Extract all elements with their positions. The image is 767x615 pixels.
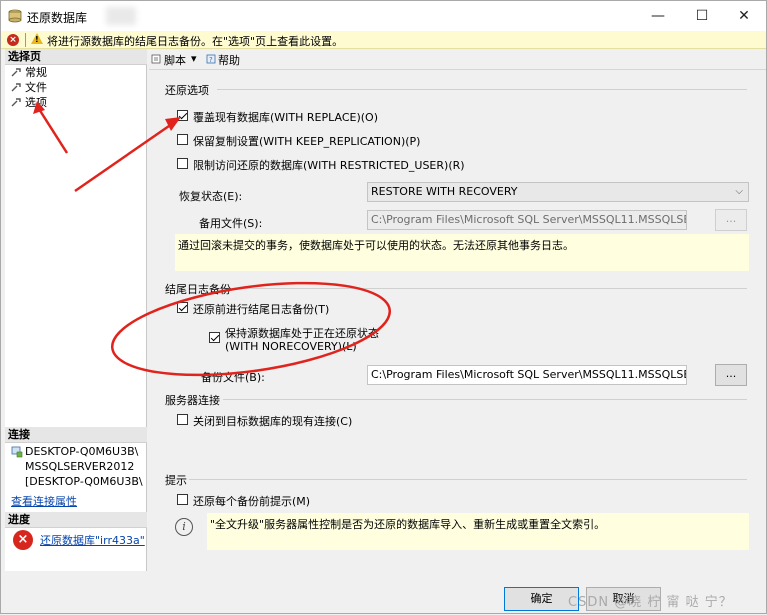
help-button[interactable]: 帮助 xyxy=(218,52,240,68)
minimize-button[interactable]: — xyxy=(643,5,673,27)
error-message: 将进行源数据库的结尾日志备份。在"选项"页上查看此设置。 xyxy=(47,35,344,48)
blurred-region xyxy=(106,7,136,25)
prompt-before-backup-label: 还原每个备份前提示(M) xyxy=(193,495,311,508)
page-general-label: 常规 xyxy=(25,66,47,79)
server-connections-title: 服务器连接 xyxy=(165,394,220,407)
restore-database-window: 还原数据库 — ☐ ✕ × ! 将进行源数据库的结尾日志备份。在"选项"页上查看… xyxy=(0,0,767,614)
group-divider xyxy=(233,288,747,289)
overwrite-label: 覆盖现有数据库(WITH REPLACE)(O) xyxy=(193,111,379,124)
close-connections-checkbox[interactable] xyxy=(177,414,188,425)
tail-log-backup-checkbox[interactable] xyxy=(177,302,188,313)
tail-log-title: 结尾日志备份 xyxy=(165,283,231,296)
window-title: 还原数据库 xyxy=(27,11,88,25)
left-pane: 选择页 常规 文件 选项 连接 DESKTOP-Q0M6U3B\ MSSQLSE… xyxy=(5,49,147,571)
page-general[interactable]: 常规 xyxy=(9,65,47,80)
options-page: 还原选项 覆盖现有数据库(WITH REPLACE)(O) 保留复制设置(WIT… xyxy=(149,70,766,571)
progress-link[interactable]: 还原数据库"irr433a" xyxy=(40,532,145,548)
recovery-state-value: RESTORE WITH RECOVERY xyxy=(371,185,518,198)
select-page-header: 选择页 xyxy=(5,49,147,65)
prompt-before-backup-checkbox[interactable] xyxy=(177,494,188,505)
database-icon xyxy=(8,9,22,23)
prompt-title: 提示 xyxy=(165,474,187,487)
error-icon: × xyxy=(7,34,19,46)
script-dropdown-icon[interactable]: ▾ xyxy=(191,52,197,65)
group-divider xyxy=(217,89,747,90)
standby-file-field[interactable]: C:\Program Files\Microsoft SQL Server\MS… xyxy=(367,210,687,230)
server-connection-icon xyxy=(11,446,23,458)
page-files[interactable]: 文件 xyxy=(9,80,47,95)
keep-replication-label: 保留复制设置(WITH KEEP_REPLICATION)(P) xyxy=(193,135,421,148)
warning-exclamation-icon: ! xyxy=(35,35,39,44)
page-files-label: 文件 xyxy=(25,81,47,94)
script-button[interactable]: 脚本 xyxy=(164,52,186,68)
script-icon xyxy=(151,54,161,64)
restricted-user-checkbox[interactable] xyxy=(177,158,188,169)
wrench-page-icon xyxy=(11,83,21,92)
norecovery-label-line2: (WITH NORECOVERY)(L) xyxy=(225,340,357,353)
toolbar: 脚本 ▾ ? 帮助 xyxy=(149,49,766,69)
norecovery-checkbox[interactable] xyxy=(209,332,220,343)
tail-log-backup-label: 还原前进行结尾日志备份(T) xyxy=(193,303,330,316)
connection-line: MSSQLSERVER2012 xyxy=(25,460,135,473)
wrench-page-icon xyxy=(11,68,21,77)
group-divider xyxy=(223,399,747,400)
close-connections-label: 关闭到目标数据库的现有连接(C) xyxy=(193,415,353,428)
svg-text:?: ? xyxy=(209,56,213,64)
overwrite-checkbox[interactable] xyxy=(177,110,188,121)
connection-line: [DESKTOP-Q0M6U3B\ xyxy=(25,475,143,488)
divider xyxy=(25,33,26,47)
restricted-user-label: 限制访问还原的数据库(WITH RESTRICTED_USER)(R) xyxy=(193,159,465,172)
error-icon: × xyxy=(13,530,33,550)
title-bar: 还原数据库 — ☐ ✕ xyxy=(1,1,766,31)
info-icon: i xyxy=(175,518,193,536)
restore-options-title: 还原选项 xyxy=(165,84,209,97)
group-divider xyxy=(189,479,747,480)
backup-file-label: 备份文件(B): xyxy=(201,371,265,384)
page-options[interactable]: 选项 xyxy=(9,95,47,110)
backup-file-field[interactable]: C:\Program Files\Microsoft SQL Server\MS… xyxy=(367,365,687,385)
maximize-button[interactable]: ☐ xyxy=(687,5,717,27)
wrench-page-icon xyxy=(11,98,21,107)
chevron-down-icon: ⌵ xyxy=(735,186,743,197)
view-connection-properties-link[interactable]: 查看连接属性 xyxy=(11,493,77,509)
connection-line: DESKTOP-Q0M6U3B\ xyxy=(25,445,139,458)
help-icon: ? xyxy=(206,54,216,64)
close-button[interactable]: ✕ xyxy=(729,5,759,27)
watermark: CSDN @晓 柠 甯 哒 宁？ xyxy=(568,595,733,610)
recovery-info-box: 通过回滚未提交的事务，使数据库处于可以使用的状态。无法还原其他事务日志。 xyxy=(175,234,749,271)
norecovery-label-line1: 保持源数据库处于正在还原状态 xyxy=(225,327,379,340)
recovery-state-label: 恢复状态(E): xyxy=(179,190,243,203)
page-options-label: 选项 xyxy=(25,96,47,109)
connection-header: 连接 xyxy=(5,427,147,443)
error-bar: × ! 将进行源数据库的结尾日志备份。在"选项"页上查看此设置。 xyxy=(1,31,766,49)
progress-header: 进度 xyxy=(5,512,147,528)
standby-file-browse-button[interactable]: ... xyxy=(715,209,747,231)
keep-replication-checkbox[interactable] xyxy=(177,134,188,145)
fulltext-info-box: "全文升级"服务器属性控制是否为还原的数据库导入、重新生成或重置全文索引。 xyxy=(207,513,749,550)
standby-file-label: 备用文件(S): xyxy=(199,217,263,230)
backup-file-browse-button[interactable]: ... xyxy=(715,364,747,386)
recovery-state-select[interactable]: RESTORE WITH RECOVERY ⌵ xyxy=(367,182,749,202)
